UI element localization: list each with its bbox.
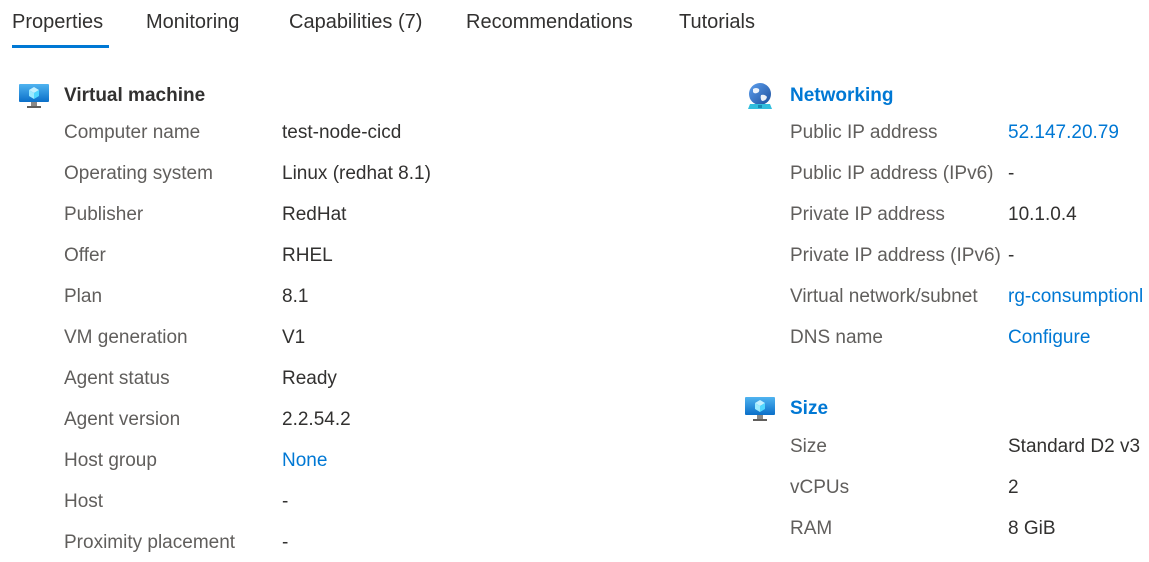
- networking-globe-icon: [748, 83, 772, 109]
- size-label: Size: [790, 436, 827, 457]
- publisher-value: RedHat: [282, 204, 347, 225]
- public-ipv6-label: Public IP address (IPv6): [790, 163, 994, 184]
- proximity-placement-value: -: [282, 532, 289, 553]
- private-ipv6-value: -: [1008, 245, 1015, 266]
- networking-title[interactable]: Networking: [790, 85, 893, 107]
- host-value: -: [282, 491, 289, 512]
- size-title[interactable]: Size: [790, 398, 828, 420]
- private-ipv6-label: Private IP address (IPv6): [790, 245, 1001, 266]
- size-value: Standard D2 v3: [1008, 436, 1141, 457]
- computer-name-value: test-node-cicd: [282, 122, 402, 143]
- vcpus-label: vCPUs: [790, 477, 850, 498]
- tab-recommendations[interactable]: Recommendations: [466, 11, 633, 34]
- public-ipv6-value: -: [1008, 163, 1015, 184]
- tab-tutorials[interactable]: Tutorials: [679, 11, 755, 34]
- publisher-label: Publisher: [64, 204, 144, 225]
- plan-value: 8.1: [282, 286, 309, 307]
- host-label: Host: [64, 491, 104, 512]
- offer-value: RHEL: [282, 245, 333, 266]
- dns-name-label: DNS name: [790, 327, 883, 348]
- host-group-link[interactable]: None: [282, 450, 327, 472]
- active-tab-indicator: [12, 45, 109, 48]
- public-ip-link[interactable]: 52.147.20.79: [1008, 122, 1119, 144]
- private-ip-label: Private IP address: [790, 204, 945, 225]
- virtual-machine-title: Virtual machine: [64, 85, 206, 106]
- size-monitor-icon: [745, 397, 775, 421]
- vcpus-value: 2: [1008, 477, 1019, 498]
- vm-generation-value: V1: [282, 327, 306, 348]
- proximity-placement-label: Proximity placement: [64, 532, 236, 553]
- public-ip-label: Public IP address: [790, 122, 938, 143]
- virtual-network-label: Virtual network/subnet: [790, 286, 978, 307]
- vm-monitor-icon: [19, 84, 49, 108]
- private-ip-value: 10.1.0.4: [1008, 204, 1077, 225]
- virtual-network-clip: rg-consumptionl: [1008, 286, 1149, 312]
- offer-label: Offer: [64, 245, 106, 266]
- operating-system-value: Linux (redhat 8.1): [282, 163, 431, 184]
- tab-monitoring[interactable]: Monitoring: [146, 11, 239, 34]
- ram-label: RAM: [790, 518, 833, 539]
- operating-system-label: Operating system: [64, 163, 213, 184]
- tab-properties[interactable]: Properties: [12, 11, 103, 34]
- vm-generation-label: VM generation: [64, 327, 188, 348]
- agent-status-value: Ready: [282, 368, 337, 389]
- agent-version-value: 2.2.54.2: [282, 409, 351, 430]
- tab-bar: Properties Monitoring Capabilities (7) R…: [0, 0, 1149, 50]
- computer-name-label: Computer name: [64, 122, 201, 143]
- plan-label: Plan: [64, 286, 103, 307]
- dns-configure-link[interactable]: Configure: [1008, 327, 1090, 349]
- tab-capabilities[interactable]: Capabilities (7): [289, 11, 422, 34]
- ram-value: 8 GiB: [1008, 518, 1056, 539]
- virtual-network-link[interactable]: rg-consumptionl: [1008, 286, 1143, 308]
- host-group-label: Host group: [64, 450, 157, 471]
- agent-version-label: Agent version: [64, 409, 181, 430]
- agent-status-label: Agent status: [64, 368, 170, 389]
